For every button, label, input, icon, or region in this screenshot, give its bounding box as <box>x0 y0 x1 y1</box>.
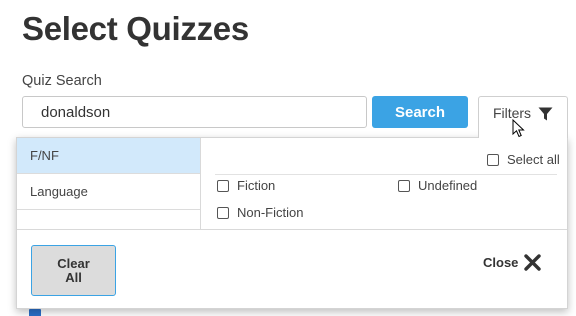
quiz-search-input[interactable] <box>22 96 367 128</box>
filter-category-label: Language <box>30 184 88 199</box>
clear-all-button[interactable]: Clear All <box>31 245 116 296</box>
close-label: Close <box>483 255 519 270</box>
funnel-icon <box>538 107 553 121</box>
option-undefined-checkbox[interactable] <box>398 179 410 192</box>
filter-category-language[interactable]: Language <box>17 174 200 210</box>
select-all-label: Select all <box>507 152 560 167</box>
search-button[interactable]: Search <box>372 96 468 128</box>
filter-category-list: F/NF Language <box>17 138 201 229</box>
option-undefined[interactable]: Undefined <box>398 178 477 193</box>
mouse-cursor-icon <box>512 119 525 138</box>
clear-all-label: Clear All <box>57 255 90 285</box>
filter-category-fnf[interactable]: F/NF <box>17 138 200 174</box>
filters-panel: F/NF Language Select all Fiction Undefin… <box>16 137 568 309</box>
select-quizzes-page: Select Quizzes Quiz Search Search Filter… <box>0 0 576 316</box>
select-all-checkbox-box[interactable] <box>487 153 499 166</box>
panel-divider <box>17 229 567 230</box>
option-undefined-label: Undefined <box>418 178 478 193</box>
quiz-search-label: Quiz Search <box>22 73 102 89</box>
option-non-fiction-label: Non-Fiction <box>237 205 304 220</box>
select-all-checkbox[interactable]: Select all <box>487 152 560 167</box>
option-fiction-checkbox[interactable] <box>217 179 229 192</box>
close-filters-button[interactable]: Close <box>483 254 542 271</box>
close-x-icon <box>524 254 542 271</box>
option-fiction-label: Fiction <box>237 178 276 193</box>
page-title: Select Quizzes <box>22 10 249 47</box>
option-fiction[interactable]: Fiction <box>217 178 275 193</box>
partially-hidden-checkbox[interactable] <box>29 309 41 316</box>
filter-category-label: F/NF <box>30 148 59 163</box>
option-non-fiction[interactable]: Non-Fiction <box>217 205 303 220</box>
options-divider <box>215 174 557 175</box>
option-non-fiction-checkbox[interactable] <box>217 206 229 219</box>
